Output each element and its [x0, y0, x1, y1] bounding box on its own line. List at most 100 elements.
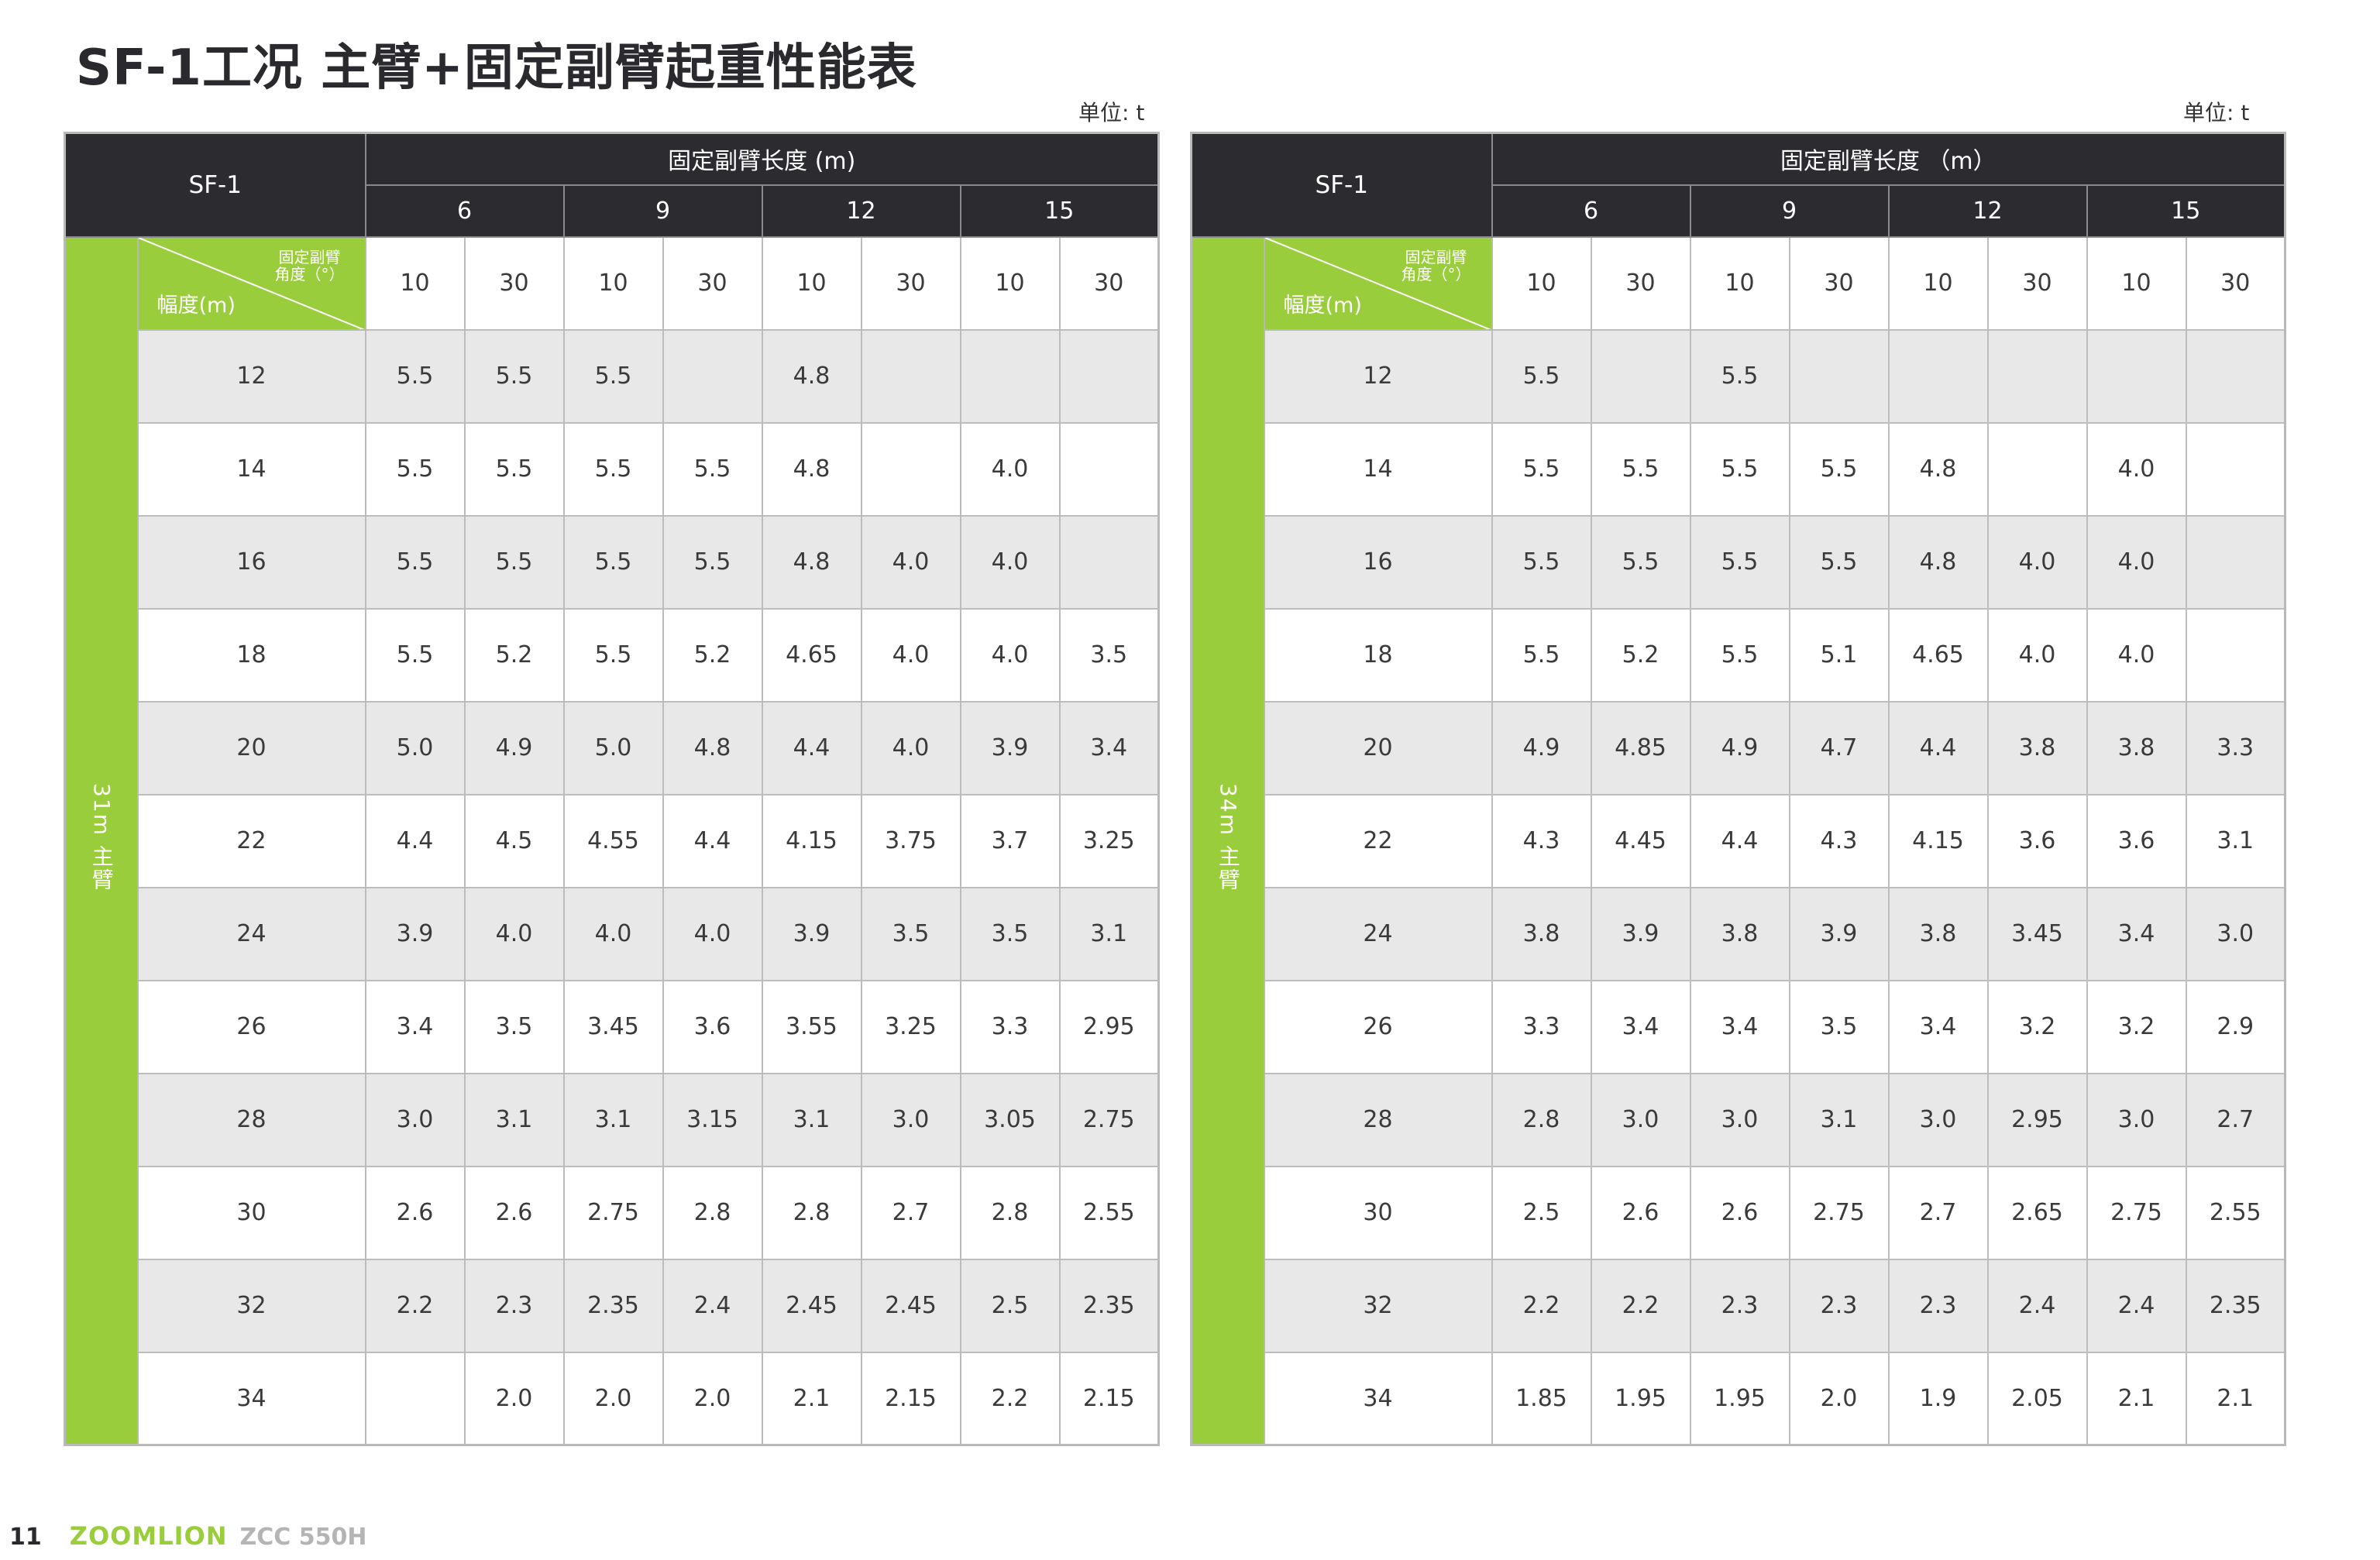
capacity-cell: 5.1 [1788, 607, 1890, 703]
capacity-cell: 3.6 [2086, 793, 2187, 888]
capacity-cell: 3.1 [1058, 886, 1160, 981]
capacity-cell: 2.3 [463, 1258, 565, 1353]
angle-col-header: 30 [662, 235, 763, 331]
capacity-cell: 4.8 [761, 421, 862, 517]
diagonal-header-cell: 固定副臂 角度（°） 幅度(m) [136, 235, 366, 331]
capacity-cell: 4.8 [761, 514, 862, 610]
table-row: 32 2.2 2.2 2.3 2.3 2.3 2.4 2.4 2.35 [1192, 1258, 2286, 1353]
capacity-cell: 1.85 [1491, 1351, 1592, 1446]
angle-col-header: 30 [1058, 235, 1160, 331]
capacity-cell: 5.5 [463, 514, 565, 610]
jib-length-col: 6 [1491, 184, 1691, 238]
capacity-cell: 2.6 [1590, 1165, 1691, 1260]
jib-length-header: 固定副臂长度 （m） [1491, 132, 2286, 186]
radius-cell: 24 [1263, 886, 1493, 981]
capacity-cell: 2.7 [860, 1165, 961, 1260]
angle-col-header: 10 [761, 235, 862, 331]
capacity-cell: 4.65 [761, 607, 862, 703]
radius-cell: 32 [136, 1258, 366, 1353]
capacity-cell: 2.05 [1986, 1351, 2088, 1446]
table-row: 28 3.0 3.1 3.1 3.15 3.1 3.0 3.05 2.75 [65, 1072, 1160, 1167]
table-row: 18 5.5 5.2 5.5 5.2 4.65 4.0 4.0 3.5 [65, 607, 1160, 703]
capacity-cell: 2.4 [662, 1258, 763, 1353]
capacity-cell: 2.55 [2185, 1165, 2286, 1260]
capacity-cell: 4.7 [1788, 700, 1890, 795]
unit-label-right: 单位: t [2183, 100, 2250, 125]
capacity-cell: 3.9 [364, 886, 466, 981]
capacity-cell: 2.2 [364, 1258, 466, 1353]
angle-col-header: 30 [2185, 235, 2286, 331]
angle-col-header: 10 [1887, 235, 1989, 331]
capacity-cell: 2.3 [1689, 1258, 1790, 1353]
angle-col-header: 10 [2086, 235, 2187, 331]
table-row: 26 3.3 3.4 3.4 3.5 3.4 3.2 3.2 2.9 [1192, 979, 2286, 1074]
jib-length-col: 12 [1887, 184, 2088, 238]
capacity-cell: 5.5 [1491, 514, 1592, 610]
capacity-cell: 4.3 [1491, 793, 1592, 888]
unit-label-left: 单位: t [1078, 100, 1145, 125]
radius-axis-label: 幅度(m) [1283, 293, 1362, 318]
capacity-cell: 2.75 [1788, 1165, 1890, 1260]
angle-col-header: 10 [1689, 235, 1790, 331]
table-row: 22 4.4 4.5 4.55 4.4 4.15 3.75 3.7 3.25 [65, 793, 1160, 888]
capacity-cell: 4.0 [2086, 607, 2187, 703]
capacity-cell: 4.0 [1986, 607, 2088, 703]
table-row: 28 2.8 3.0 3.0 3.1 3.0 2.95 3.0 2.7 [1192, 1072, 2286, 1167]
radius-cell: 32 [1263, 1258, 1493, 1353]
angle-axis-label: 固定副臂 角度（°） [274, 247, 345, 283]
capacity-cell [860, 421, 961, 517]
jib-length-col: 6 [364, 184, 565, 238]
capacity-cell: 5.5 [364, 514, 466, 610]
capacity-cell [1058, 421, 1160, 517]
capacity-cell: 3.4 [1887, 979, 1989, 1074]
capacity-cell: 4.0 [959, 607, 1061, 703]
capacity-cell: 3.5 [860, 886, 961, 981]
capacity-cell: 5.5 [1788, 514, 1890, 610]
capacity-cell: 3.5 [1788, 979, 1890, 1074]
table-row: 14 5.5 5.5 5.5 5.5 4.8 4.0 [65, 421, 1160, 517]
capacity-cell: 5.5 [662, 514, 763, 610]
capacity-cell: 3.9 [761, 886, 862, 981]
table-row: 14 5.5 5.5 5.5 5.5 4.8 4.0 [1192, 421, 2286, 517]
capacity-cell [2185, 514, 2286, 610]
capacity-cell: 2.7 [1887, 1165, 1989, 1260]
capacity-cell: 5.5 [662, 421, 763, 517]
capacity-cell: 4.45 [1590, 793, 1691, 888]
capacity-cell: 2.95 [1986, 1072, 2088, 1167]
capacity-cell: 4.4 [761, 700, 862, 795]
capacity-cell: 3.1 [1788, 1072, 1890, 1167]
capacity-cell: 2.15 [1058, 1351, 1160, 1446]
capacity-cell: 3.5 [959, 886, 1061, 981]
capacity-cell: 2.65 [1986, 1165, 2088, 1260]
capacity-cell: 4.0 [860, 514, 961, 610]
table-row: 24 3.9 4.0 4.0 4.0 3.9 3.5 3.5 3.1 [65, 886, 1160, 981]
capacity-cell: 2.0 [1788, 1351, 1890, 1446]
capacity-cell: 2.2 [959, 1351, 1061, 1446]
capacity-cell: 3.2 [2086, 979, 2187, 1074]
page-title: SF-1工况 主臂+固定副臂起重性能表 [76, 40, 917, 97]
jib-length-col: 9 [562, 184, 763, 238]
capacity-cell: 2.75 [1058, 1072, 1160, 1167]
capacity-cell: 2.7 [2185, 1072, 2286, 1167]
capacity-cell: 4.85 [1590, 700, 1691, 795]
capacity-cell: 4.0 [2086, 514, 2187, 610]
capacity-cell: 1.9 [1887, 1351, 1989, 1446]
capacity-cell: 4.0 [2086, 421, 2187, 517]
table-row: 26 3.4 3.5 3.45 3.6 3.55 3.25 3.3 2.95 [65, 979, 1160, 1074]
capacity-cell: 4.9 [1491, 700, 1592, 795]
radius-cell: 14 [1263, 421, 1493, 517]
capacity-cell: 3.5 [463, 979, 565, 1074]
capacity-cell: 4.8 [662, 700, 763, 795]
capacity-cell: 3.4 [364, 979, 466, 1074]
load-chart-31m: SF-1 固定副臂长度 (m) 6 9 12 15 31m 主臂 固定副臂 角度（°） 幅度(m)… [64, 132, 1160, 1446]
capacity-cell: 3.0 [1590, 1072, 1691, 1167]
capacity-cell: 2.6 [463, 1165, 565, 1260]
capacity-cell: 3.2 [1986, 979, 2088, 1074]
capacity-cell [1986, 421, 2088, 517]
table-row: 30 2.6 2.6 2.75 2.8 2.8 2.7 2.8 2.55 [65, 1165, 1160, 1260]
capacity-cell: 2.3 [1887, 1258, 1989, 1353]
capacity-cell: 2.9 [2185, 979, 2286, 1074]
radius-cell: 12 [1263, 328, 1493, 424]
capacity-cell: 2.75 [562, 1165, 664, 1260]
capacity-cell: 3.9 [1788, 886, 1890, 981]
